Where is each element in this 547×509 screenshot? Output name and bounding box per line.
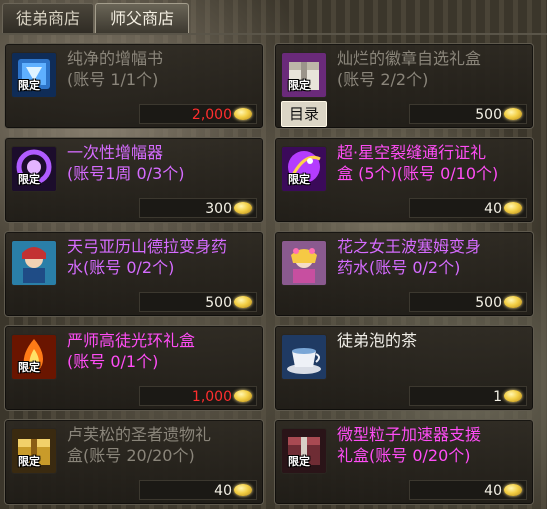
limited-badge: 限定 [288, 455, 310, 468]
item-price: 1,000 [139, 386, 257, 406]
fire-aura-box-icon: 限定 [11, 334, 57, 380]
item-name: 超·星空裂缝通行证礼 盒 (5个)(账号 0/10个) [337, 143, 499, 183]
shop-item-card[interactable]: 限定 微型粒子加速器支援 礼盒(账号 0/20个) 40 [274, 419, 534, 505]
item-price: 500 [139, 292, 257, 312]
item-price: 40 [139, 480, 257, 500]
shop-item-card[interactable]: 徒弟泡的茶 1 [274, 325, 534, 411]
gold-coin-icon [234, 202, 252, 214]
limited-badge: 限定 [18, 455, 40, 468]
item-price: 500 [409, 104, 527, 124]
price-value: 1,000 [191, 389, 232, 405]
price-value: 40 [484, 483, 502, 499]
gold-coin-icon [234, 484, 252, 496]
item-name: 徒弟泡的茶 [337, 331, 418, 350]
item-price: 300 [139, 198, 257, 218]
shop-item-card[interactable]: 限定 纯净的增幅书 (账号 1/1个) 2,000 [4, 43, 264, 129]
gold-coin-icon [504, 108, 522, 120]
gift-box-icon: 限定 [281, 52, 327, 98]
price-value: 500 [475, 107, 502, 123]
shop-tabs: 徒弟商店 师父商店 [0, 0, 547, 35]
gold-coin-icon [504, 296, 522, 308]
shop-item-card[interactable]: 限定 卢芙松的圣者遗物礼 盒(账号 20/20个) 40 [4, 419, 264, 505]
price-value: 40 [484, 201, 502, 217]
limited-badge: 限定 [18, 361, 40, 374]
item-name: 花之女王波塞姆变身 药水(账号 0/2个) [337, 237, 482, 277]
limited-badge: 限定 [288, 79, 310, 92]
item-name: 微型粒子加速器支援 礼盒(账号 0/20个) [337, 425, 482, 465]
blue-tome-icon: 限定 [11, 52, 57, 98]
gold-coin-icon [504, 484, 522, 496]
particle-accelerator-box-icon: 限定 [281, 428, 327, 474]
golden-relic-chest-icon: 限定 [11, 428, 57, 474]
shop-item-card[interactable]: 限定 超·星空裂缝通行证礼 盒 (5个)(账号 0/10个) 40 [274, 137, 534, 223]
price-value: 40 [214, 483, 232, 499]
gold-coin-icon [234, 108, 252, 120]
starry-rift-pass-icon: 限定 [281, 146, 327, 192]
shop-item-card[interactable]: 限定 严师高徒光环礼盒 (账号 0/1个) 1,000 [4, 325, 264, 411]
item-name: 天弓亚历山德拉变身药 水(账号 0/2个) [67, 237, 228, 277]
item-name: 一次性增幅器 (账号1周 0/3个) [67, 143, 185, 183]
item-price: 40 [409, 480, 527, 500]
shop-item-card[interactable]: 天弓亚历山德拉变身药 水(账号 0/2个) 500 [4, 231, 264, 317]
limited-badge: 限定 [18, 79, 40, 92]
limited-badge: 限定 [288, 173, 310, 186]
item-name: 严师高徒光环礼盒 (账号 0/1个) [67, 331, 196, 371]
item-price: 2,000 [139, 104, 257, 124]
tea-cup-icon [281, 334, 327, 380]
price-value: 500 [205, 295, 232, 311]
item-price: 1 [409, 386, 527, 406]
shop-item-card[interactable]: 限定 一次性增幅器 (账号1周 0/3个) 300 [4, 137, 264, 223]
catalog-tooltip: 目录 [281, 101, 327, 127]
tab-apprentice-shop[interactable]: 徒弟商店 [2, 3, 94, 34]
purple-amplifier-icon: 限定 [11, 146, 57, 192]
gold-coin-icon [234, 390, 252, 402]
limited-badge: 限定 [18, 173, 40, 186]
item-name: 卢芙松的圣者遗物礼 盒(账号 20/20个) [67, 425, 212, 465]
item-price: 40 [409, 198, 527, 218]
price-value: 300 [205, 201, 232, 217]
tab-divider [0, 33, 547, 35]
item-name: 灿烂的徽章自选礼盒 (账号 2/2个) [337, 49, 482, 89]
gold-coin-icon [504, 202, 522, 214]
price-value: 500 [475, 295, 502, 311]
tab-master-shop[interactable]: 师父商店 [95, 3, 189, 34]
item-name: 纯净的增幅书 (账号 1/1个) [67, 49, 164, 89]
gold-coin-icon [234, 296, 252, 308]
blue-potion-character-icon [11, 240, 57, 286]
price-value: 1 [493, 389, 502, 405]
price-value: 2,000 [191, 107, 232, 123]
shop-item-card[interactable]: 花之女王波塞姆变身 药水(账号 0/2个) 500 [274, 231, 534, 317]
flower-queen-potion-icon [281, 240, 327, 286]
gold-coin-icon [504, 390, 522, 402]
item-price: 500 [409, 292, 527, 312]
